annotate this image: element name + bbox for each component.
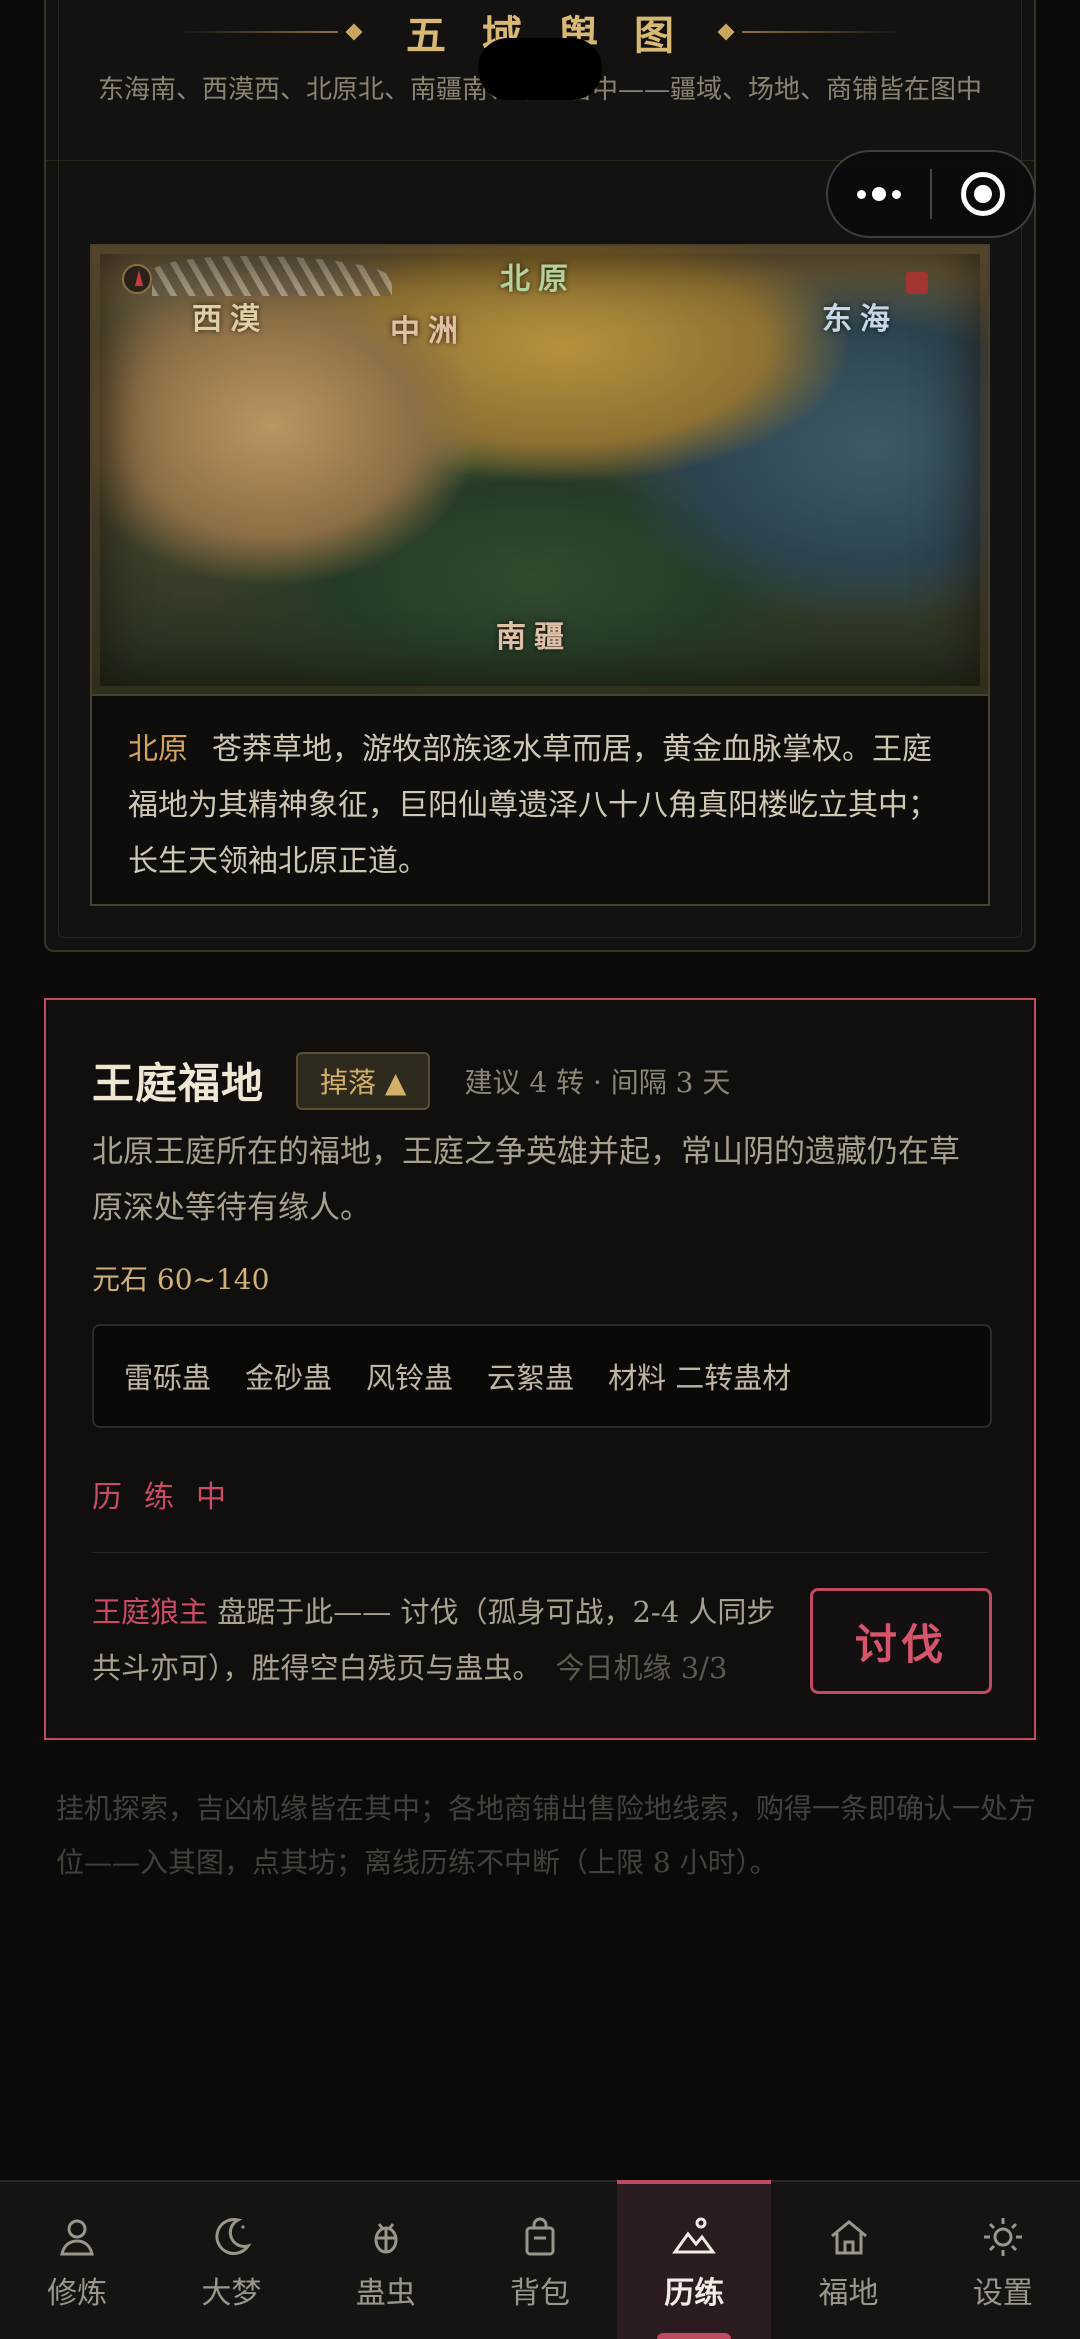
tab-label: 背包: [509, 2276, 570, 2311]
loot-item: 金砂蛊: [245, 1361, 333, 1395]
sun-icon: [983, 2218, 1022, 2256]
boss-name: 王庭狼主: [92, 1595, 209, 1629]
attack-button[interactable]: 讨伐: [810, 1588, 992, 1694]
location-name: 王庭福地: [92, 1059, 265, 1108]
camera-notch: [478, 38, 602, 100]
bottom-tab-bar: 修炼 大梦 蛊虫 背包 历练 福地 设置: [0, 2180, 1080, 2339]
boss-info: 王庭狼主 盘踞于此—— 讨伐（孤身可战，2-4 人同步共斗亦可），胜得空白残页与…: [92, 1584, 792, 1696]
tab-blessed-land[interactable]: 福地: [771, 2182, 925, 2339]
tab-gu[interactable]: 蛊虫: [309, 2182, 463, 2339]
tab-label: 蛊虫: [355, 2276, 416, 2311]
region-label-north[interactable]: 北原: [500, 254, 576, 298]
region-description-text: 苍莽草地，游牧部族逐水草而居，黄金血脉掌权。王庭福地为其精神象征，巨阳仙尊遗泽八…: [128, 732, 938, 879]
tab-label: 历练: [664, 2276, 725, 2311]
location-description: 北原王庭所在的福地，王庭之争英雄并起，常山阴的遗藏仍在草原深处等待有缘人。: [92, 1134, 960, 1226]
tab-bag[interactable]: 背包: [463, 2182, 617, 2339]
location-card: 王庭福地 掉落 ▲ 建议 4 转 · 间隔 3 天 北原王庭所在的福地，王庭之争…: [44, 998, 1036, 1740]
title-line-right: [742, 31, 902, 33]
region-label-west[interactable]: 西漠: [192, 294, 268, 338]
more-icon[interactable]: [828, 187, 930, 201]
bug-icon: [374, 2223, 398, 2254]
moon-icon: [215, 2218, 252, 2255]
diamond-ornament-left: [345, 23, 363, 41]
diamond-ornament-right: [717, 23, 735, 41]
loot-item: 风铃蛊: [366, 1361, 454, 1395]
tab-label: 修炼: [47, 2276, 108, 2311]
close-target-icon[interactable]: [932, 172, 1034, 216]
loot-item: 材料 二转蛊材: [608, 1361, 792, 1395]
daily-chance: 今日机缘 3/3: [555, 1651, 728, 1685]
footer-note: 挂机探索，吉凶机缘皆在其中；各地商铺出售险地线索，购得一条即确认一处方位——入其…: [56, 1792, 1037, 1879]
region-description: 北原 苍莽草地，游牧部族逐水草而居，黄金血脉掌权。王庭福地为其精神象征，巨阳仙尊遗…: [90, 696, 990, 906]
bag-icon: [525, 2217, 555, 2256]
stone-reward: 元石 60~140: [92, 1263, 270, 1296]
tab-dream[interactable]: 大梦: [154, 2182, 308, 2339]
loot-item: 雷砾蛊: [124, 1361, 212, 1395]
region-name: 北原: [128, 732, 188, 767]
tab-label: 大梦: [201, 2276, 262, 2311]
title-line-left: [178, 31, 338, 33]
home-icon: [830, 2220, 867, 2255]
drop-toggle-button[interactable]: 掉落 ▲: [296, 1051, 431, 1110]
location-meta: 建议 4 转 · 间隔 3 天: [464, 1065, 731, 1099]
loot-item: 云絮蛊: [487, 1361, 575, 1395]
location-header: 王庭福地 掉落 ▲ 建议 4 转 · 间隔 3 天: [92, 1050, 730, 1111]
loot-list: 雷砾蛊 金砂蛊 风铃蛊 云絮蛊 材料 二转蛊材: [92, 1324, 992, 1428]
tab-label: 设置: [972, 2276, 1033, 2311]
tab-cultivate[interactable]: 修炼: [0, 2182, 154, 2339]
status-divider: [92, 1552, 988, 1553]
tab-adventure[interactable]: 历练: [617, 2180, 772, 2339]
mountain-icon: [672, 2217, 717, 2254]
region-label-center[interactable]: 中洲: [390, 306, 466, 350]
seal-icon: [906, 272, 928, 294]
tab-label: 福地: [818, 2276, 879, 2311]
person-icon: [60, 2219, 95, 2256]
region-label-south[interactable]: 南疆: [496, 612, 572, 656]
tab-settings[interactable]: 设置: [926, 2182, 1080, 2339]
compass-icon: [122, 264, 152, 294]
world-map[interactable]: 北原 西漠 中洲 东海 南疆: [90, 244, 990, 696]
region-label-east[interactable]: 东海: [822, 294, 898, 338]
status-text: 历练中: [92, 1480, 248, 1515]
mini-program-capsule: [826, 150, 1036, 238]
